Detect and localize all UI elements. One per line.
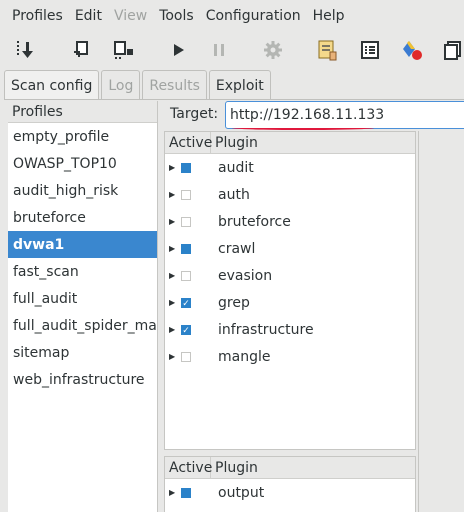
menu-help[interactable]: Help: [313, 8, 345, 24]
plugins-table-header: Active Plugin: [165, 132, 415, 154]
active-checkbox[interactable]: [181, 189, 191, 200]
active-checkbox[interactable]: ✓: [181, 297, 191, 309]
expander-arrow-icon[interactable]: ▶: [169, 271, 175, 280]
plugin-config-panel: [418, 131, 464, 512]
list-icon: [361, 41, 379, 59]
copy-button[interactable]: [440, 37, 464, 63]
profile-item[interactable]: web_infrastructure: [8, 366, 157, 393]
plugin-name: auth: [218, 186, 250, 203]
profile-item[interactable]: empty_profile: [8, 123, 157, 150]
expander-arrow-icon[interactable]: ▶: [169, 325, 175, 334]
expander-arrow-icon[interactable]: ▶: [169, 244, 175, 253]
plugin-name: audit: [218, 159, 254, 176]
output-plugin-row[interactable]: ▶ output: [165, 479, 415, 506]
settings-button[interactable]: [260, 37, 286, 63]
profiles-header[interactable]: Profiles: [8, 101, 157, 123]
menu-profiles[interactable]: Profiles: [12, 8, 63, 24]
plugin-name: bruteforce: [218, 213, 291, 230]
notebook-tabs: Scan config Log Results Exploit: [4, 70, 273, 100]
save-profile-button[interactable]: [68, 37, 94, 63]
new-profile-icon: [17, 41, 33, 58]
plugin-name: evasion: [218, 267, 273, 284]
tab-scan-config[interactable]: Scan config: [4, 70, 100, 100]
active-checkbox[interactable]: [181, 243, 191, 254]
plugin-name: mangle: [218, 348, 271, 365]
active-checkbox[interactable]: [181, 351, 191, 362]
pause-button[interactable]: [206, 37, 232, 63]
target-label: Target:: [170, 106, 219, 122]
save-as-button[interactable]: [111, 37, 137, 63]
plugin-column-header[interactable]: Plugin: [211, 135, 258, 151]
profiles-list[interactable]: Profiles empty_profile OWASP_TOP10 audit_h…: [8, 101, 158, 512]
list-button[interactable]: [357, 37, 383, 63]
copy-icon: [444, 41, 461, 60]
start-icon: [174, 44, 184, 56]
plugin-name: infrastructure: [218, 321, 314, 338]
menu-view[interactable]: View: [114, 8, 147, 24]
menu-edit[interactable]: Edit: [75, 8, 102, 24]
output-plugin-column-header[interactable]: Plugin: [211, 460, 258, 476]
profile-item[interactable]: sitemap: [8, 339, 157, 366]
plugin-name: crawl: [218, 240, 256, 257]
plugin-name: grep: [218, 294, 250, 311]
tab-log[interactable]: Log: [101, 70, 141, 100]
plugins-table[interactable]: Active Plugin ▶ audit ▶ auth ▶ bruteforce ▶ cra…: [164, 131, 416, 450]
plugin-row[interactable]: ▶ ✓ infrastructure: [165, 316, 415, 343]
profile-item[interactable]: full_audit_spider_man: [8, 312, 157, 339]
expander-arrow-icon[interactable]: ▶: [169, 298, 175, 307]
profile-item[interactable]: OWASP_TOP10: [8, 150, 157, 177]
plugin-name: output: [218, 484, 265, 501]
profile-item[interactable]: full_audit: [8, 285, 157, 312]
expander-arrow-icon[interactable]: ▶: [169, 190, 175, 199]
plugin-row[interactable]: ▶ audit: [165, 154, 415, 181]
settings-icon: [264, 41, 282, 59]
plugins-icon: [403, 41, 422, 60]
active-checkbox[interactable]: [181, 487, 191, 498]
menu-configuration[interactable]: Configuration: [206, 8, 301, 24]
start-button[interactable]: [165, 37, 191, 63]
profile-item[interactable]: fast_scan: [8, 258, 157, 285]
profile-item[interactable]: dvwa1: [8, 231, 157, 258]
expander-arrow-icon[interactable]: ▶: [169, 217, 175, 226]
active-checkbox[interactable]: ✓: [181, 324, 191, 336]
red-underline-annotation: [232, 126, 374, 130]
tab-exploit[interactable]: Exploit: [208, 70, 271, 100]
target-input[interactable]: [225, 101, 464, 129]
new-profile-button[interactable]: [14, 37, 40, 63]
active-column-header[interactable]: Active: [165, 132, 212, 153]
expander-arrow-icon[interactable]: ▶: [169, 488, 175, 497]
expander-arrow-icon[interactable]: ▶: [169, 352, 175, 361]
plugin-row[interactable]: ▶ evasion: [165, 262, 415, 289]
plugin-row[interactable]: ▶ auth: [165, 181, 415, 208]
output-active-column-header[interactable]: Active: [165, 457, 212, 478]
output-table-header: Active Plugin: [165, 457, 415, 479]
tab-results[interactable]: Results: [142, 70, 207, 100]
plugin-row[interactable]: ▶ mangle: [165, 343, 415, 370]
plugins-button[interactable]: [399, 37, 425, 63]
expander-arrow-icon[interactable]: ▶: [169, 163, 175, 172]
menu-tools[interactable]: Tools: [159, 8, 194, 24]
active-checkbox[interactable]: [181, 162, 191, 173]
plugin-row[interactable]: ▶ bruteforce: [165, 208, 415, 235]
profile-item[interactable]: audit_high_risk: [8, 177, 157, 204]
pause-icon: [214, 44, 224, 56]
profile-item[interactable]: bruteforce: [8, 204, 157, 231]
active-checkbox[interactable]: [181, 216, 191, 227]
report-button[interactable]: [315, 37, 341, 63]
report-icon: [318, 40, 337, 61]
plugin-row[interactable]: ▶ ✓ grep: [165, 289, 415, 316]
menubar: Profiles Edit View Tools Configuration H…: [0, 0, 464, 32]
toolbar: [0, 32, 464, 68]
active-checkbox[interactable]: [181, 270, 191, 281]
save-profile-icon: [74, 41, 88, 57]
output-plugins-table[interactable]: Active Plugin ▶ output: [164, 456, 416, 512]
save-as-icon: [114, 41, 133, 59]
plugin-row[interactable]: ▶ crawl: [165, 235, 415, 262]
